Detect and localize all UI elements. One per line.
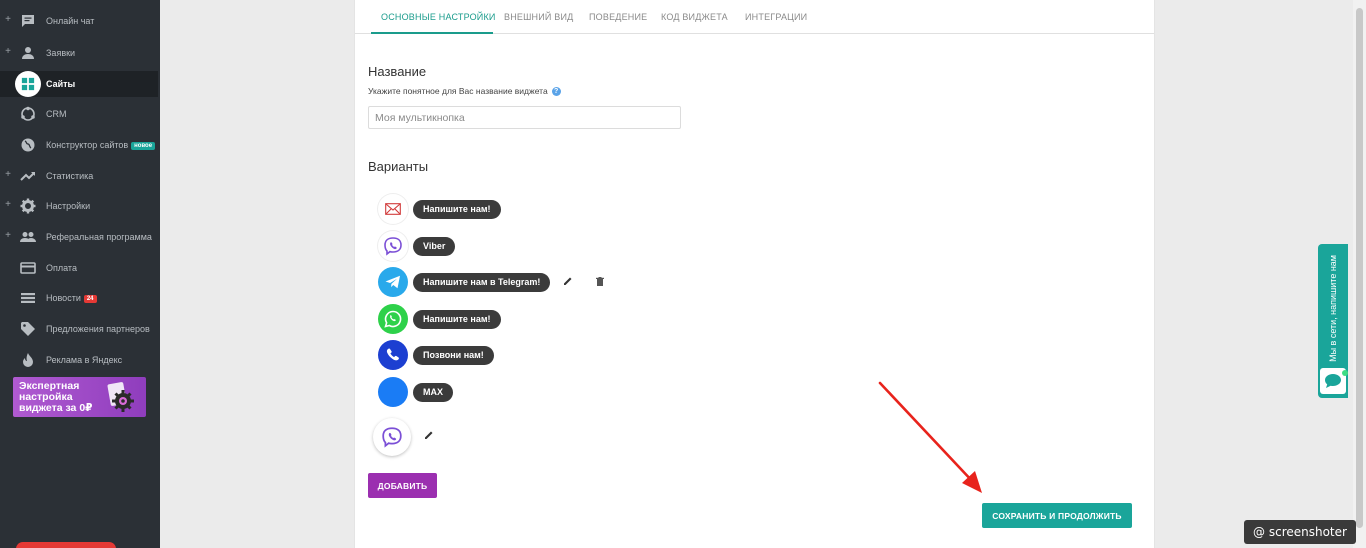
variant-label: Viber: [413, 237, 456, 256]
variant-item[interactable]: MAX: [378, 377, 638, 407]
sidebar-item-referral[interactable]: + Реферальная программа: [0, 224, 158, 250]
sidebar-item-settings[interactable]: + Настройки: [0, 193, 158, 219]
widget-name-input[interactable]: [368, 106, 681, 129]
sidebar-item-label: Реферальная программа: [46, 232, 152, 242]
tab-behavior[interactable]: ПОВЕДЕНИЕ: [589, 11, 647, 23]
online-status-dot: [1342, 370, 1348, 376]
variant-item[interactable]: Напишите нам!: [378, 304, 638, 334]
sites-icon: [15, 71, 41, 97]
sidebar-item-sites[interactable]: Сайты: [0, 71, 158, 97]
trend-icon: [20, 168, 36, 184]
variant-item[interactable]: Позвони нам!: [378, 340, 638, 370]
sidebar-item-label: Новости 24: [46, 292, 97, 304]
promo-text: Экспертная настройка виджета за 0₽: [19, 380, 93, 414]
tab-integrations[interactable]: ИНТЕГРАЦИИ: [745, 11, 807, 23]
viber-icon: [373, 418, 411, 456]
tab-basic-settings[interactable]: ОСНОВНЫЕ НАСТРОЙКИ: [381, 11, 496, 23]
viber-icon: [378, 231, 408, 261]
sidebar-item-label: Предложения партнеров: [46, 324, 150, 334]
new-badge: новое: [131, 142, 156, 150]
sidebar-item-label: Статистика: [46, 171, 94, 181]
promo-banner[interactable]: Экспертная настройка виджета за 0₽: [13, 377, 146, 417]
name-hint-text: Укажите понятное для Вас название виджет…: [368, 86, 548, 96]
annotation-arrow-icon: [878, 381, 982, 493]
scrollbar[interactable]: [1353, 0, 1366, 548]
variant-label: Позвони нам!: [413, 346, 494, 365]
help-icon[interactable]: ?: [551, 87, 561, 96]
whatsapp-icon: [378, 304, 408, 334]
save-and-continue-button[interactable]: СОХРАНИТЬ И ПРОДОЛЖИТЬ: [982, 503, 1132, 528]
sidebar-item-statistics[interactable]: + Статистика: [0, 163, 158, 189]
sidebar-item-label: Заявки: [46, 48, 76, 58]
sidebar-item-label: CRM: [46, 109, 67, 119]
tab-appearance[interactable]: ВНЕШНИЙ ВИД: [504, 11, 573, 23]
fire-icon: [20, 352, 36, 368]
sidebar-item-label: Конструктор сайтов новое: [46, 139, 156, 151]
person-icon: [20, 45, 36, 61]
variant-label: Напишите нам в Telegram!: [413, 273, 551, 292]
chat-icon: [20, 13, 36, 29]
expand-plus-icon[interactable]: +: [4, 46, 12, 58]
sidebar-item-site-builder[interactable]: Конструктор сайтов новое: [0, 132, 158, 158]
people-icon: [20, 229, 36, 245]
variant-label: Напишите нам!: [413, 310, 501, 329]
sidebar-item-payment[interactable]: Оплата: [0, 255, 158, 281]
list-icon: [20, 290, 36, 306]
variants-section-title: Варианты: [368, 159, 429, 174]
sidebar-item-news[interactable]: Новости 24: [0, 285, 158, 311]
sidebar-item-online-chat[interactable]: + Онлайн чат: [0, 8, 158, 34]
sidebar-item-yandex-ads[interactable]: Реклама в Яндекс: [0, 347, 158, 373]
tag-icon: [20, 321, 36, 337]
expand-plus-icon[interactable]: +: [4, 169, 12, 181]
add-variant-button[interactable]: ДОБАВИТЬ: [368, 473, 437, 498]
card-icon: [20, 260, 36, 276]
red-pill-button[interactable]: [16, 542, 116, 548]
delete-trash-icon[interactable]: [593, 274, 607, 288]
sidebar-item-label: Реклама в Яндекс: [46, 355, 123, 365]
expand-plus-icon[interactable]: +: [4, 14, 12, 26]
main-button-preview[interactable]: [373, 418, 633, 456]
expand-plus-icon[interactable]: +: [4, 199, 12, 211]
globe-icon: [20, 137, 36, 153]
tab-widget-code[interactable]: КОД ВИДЖЕТА: [661, 11, 728, 23]
max-icon: [378, 377, 408, 407]
sidebar-item-requests[interactable]: + Заявки: [0, 40, 158, 66]
edit-pencil-icon[interactable]: [422, 428, 436, 442]
sidebar-item-crm[interactable]: CRM: [0, 101, 158, 127]
sidebar-item-label: Сайты: [46, 79, 76, 89]
gear-wrench-icon: [106, 381, 136, 413]
telegram-icon: [378, 267, 408, 297]
sidebar-item-partner-offers[interactable]: Предложения партнеров: [0, 316, 158, 342]
variant-label: MAX: [413, 383, 453, 402]
variant-item[interactable]: Напишите нам в Telegram!: [378, 267, 638, 297]
name-hint: Укажите понятное для Вас название виджет…: [368, 86, 561, 97]
phone-icon: [378, 340, 408, 370]
edit-pencil-icon[interactable]: [561, 274, 575, 288]
sidebar-item-label: Настройки: [46, 201, 91, 211]
sidebar-item-label: Оплата: [46, 263, 77, 273]
email-icon: [378, 194, 408, 224]
main-panel: ОСНОВНЫЕ НАСТРОЙКИ ВНЕШНИЙ ВИД ПОВЕДЕНИЕ…: [354, 0, 1155, 548]
tabs-bar: ОСНОВНЫЕ НАСТРОЙКИ ВНЕШНИЙ ВИД ПОВЕДЕНИЕ…: [355, 0, 1154, 34]
sidebar: + Онлайн чат + Заявки Сайты CRM Конструк…: [0, 0, 160, 548]
variant-item[interactable]: Viber: [378, 231, 638, 261]
variant-item[interactable]: Напишите нам!: [378, 194, 638, 224]
active-tab-indicator: [371, 32, 493, 34]
screenshoter-watermark: @ screenshoter: [1244, 520, 1356, 544]
chat-bubble-icon[interactable]: [1320, 368, 1348, 394]
online-chat-side-widget[interactable]: Мы в сети, напишите нам: [1318, 244, 1348, 398]
name-section-title: Название: [368, 64, 427, 79]
variant-label: Напишите нам!: [413, 200, 501, 219]
sidebar-item-label: Онлайн чат: [46, 16, 95, 26]
scrollbar-thumb[interactable]: [1356, 8, 1363, 528]
news-count-badge: 24: [83, 295, 97, 303]
crm-icon: [20, 106, 36, 122]
gear-icon: [20, 198, 36, 214]
expand-plus-icon[interactable]: +: [4, 230, 12, 242]
side-widget-text: Мы в сети, напишите нам: [1328, 254, 1338, 362]
